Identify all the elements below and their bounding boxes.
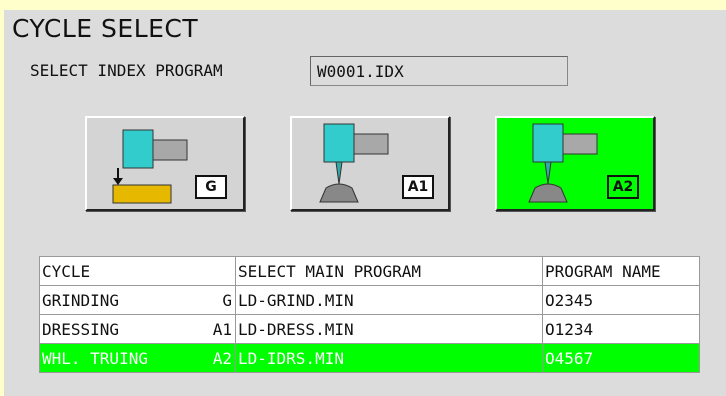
- cycle-button-truing[interactable]: A2: [495, 116, 655, 211]
- cycle-name: DRESSING: [42, 319, 120, 339]
- header-cycle: CYCLE: [39, 256, 236, 286]
- main-program-cell[interactable]: LD-IDRS.MIN: [235, 343, 543, 373]
- cycle-tag-g: G: [195, 175, 227, 199]
- cycle-cell: DRESSING A1: [39, 314, 236, 344]
- table-row[interactable]: GRINDING G LD-GRIND.MIN O2345: [39, 285, 700, 315]
- main-program-cell[interactable]: LD-GRIND.MIN: [235, 285, 543, 315]
- header-program-name: PROGRAM NAME: [542, 256, 700, 286]
- cycle-tag-a2: A2: [607, 175, 639, 199]
- cycle-name: WHL. TRUING: [42, 348, 148, 368]
- cycle-code: A2: [212, 348, 232, 368]
- cycle-cell: GRINDING G: [39, 285, 236, 315]
- program-name-cell[interactable]: O2345: [542, 285, 700, 315]
- header-main-program: SELECT MAIN PROGRAM: [235, 256, 543, 286]
- program-name-cell[interactable]: O4567: [542, 343, 700, 373]
- index-program-label: SELECT INDEX PROGRAM: [30, 61, 223, 80]
- cycle-cell: WHL. TRUING A2: [39, 343, 236, 373]
- main-program-cell[interactable]: LD-DRESS.MIN: [235, 314, 543, 344]
- table-row[interactable]: DRESSING A1 LD-DRESS.MIN O1234: [39, 314, 700, 344]
- cycle-button-grinding[interactable]: G: [85, 116, 245, 211]
- cycle-table: CYCLE SELECT MAIN PROGRAM PROGRAM NAME G…: [39, 256, 700, 373]
- program-name-cell[interactable]: O1234: [542, 314, 700, 344]
- cycle-tag-a1: A1: [402, 175, 434, 199]
- index-program-input[interactable]: [310, 56, 568, 86]
- cycle-code: G: [222, 290, 232, 310]
- cycle-button-dressing[interactable]: A1: [290, 116, 450, 211]
- table-header-row: CYCLE SELECT MAIN PROGRAM PROGRAM NAME: [39, 256, 700, 286]
- cycle-code: A1: [212, 319, 232, 339]
- page-title: CYCLE SELECT: [12, 14, 199, 43]
- cycle-name: GRINDING: [42, 290, 120, 310]
- table-row-selected[interactable]: WHL. TRUING A2 LD-IDRS.MIN O4567: [39, 343, 700, 373]
